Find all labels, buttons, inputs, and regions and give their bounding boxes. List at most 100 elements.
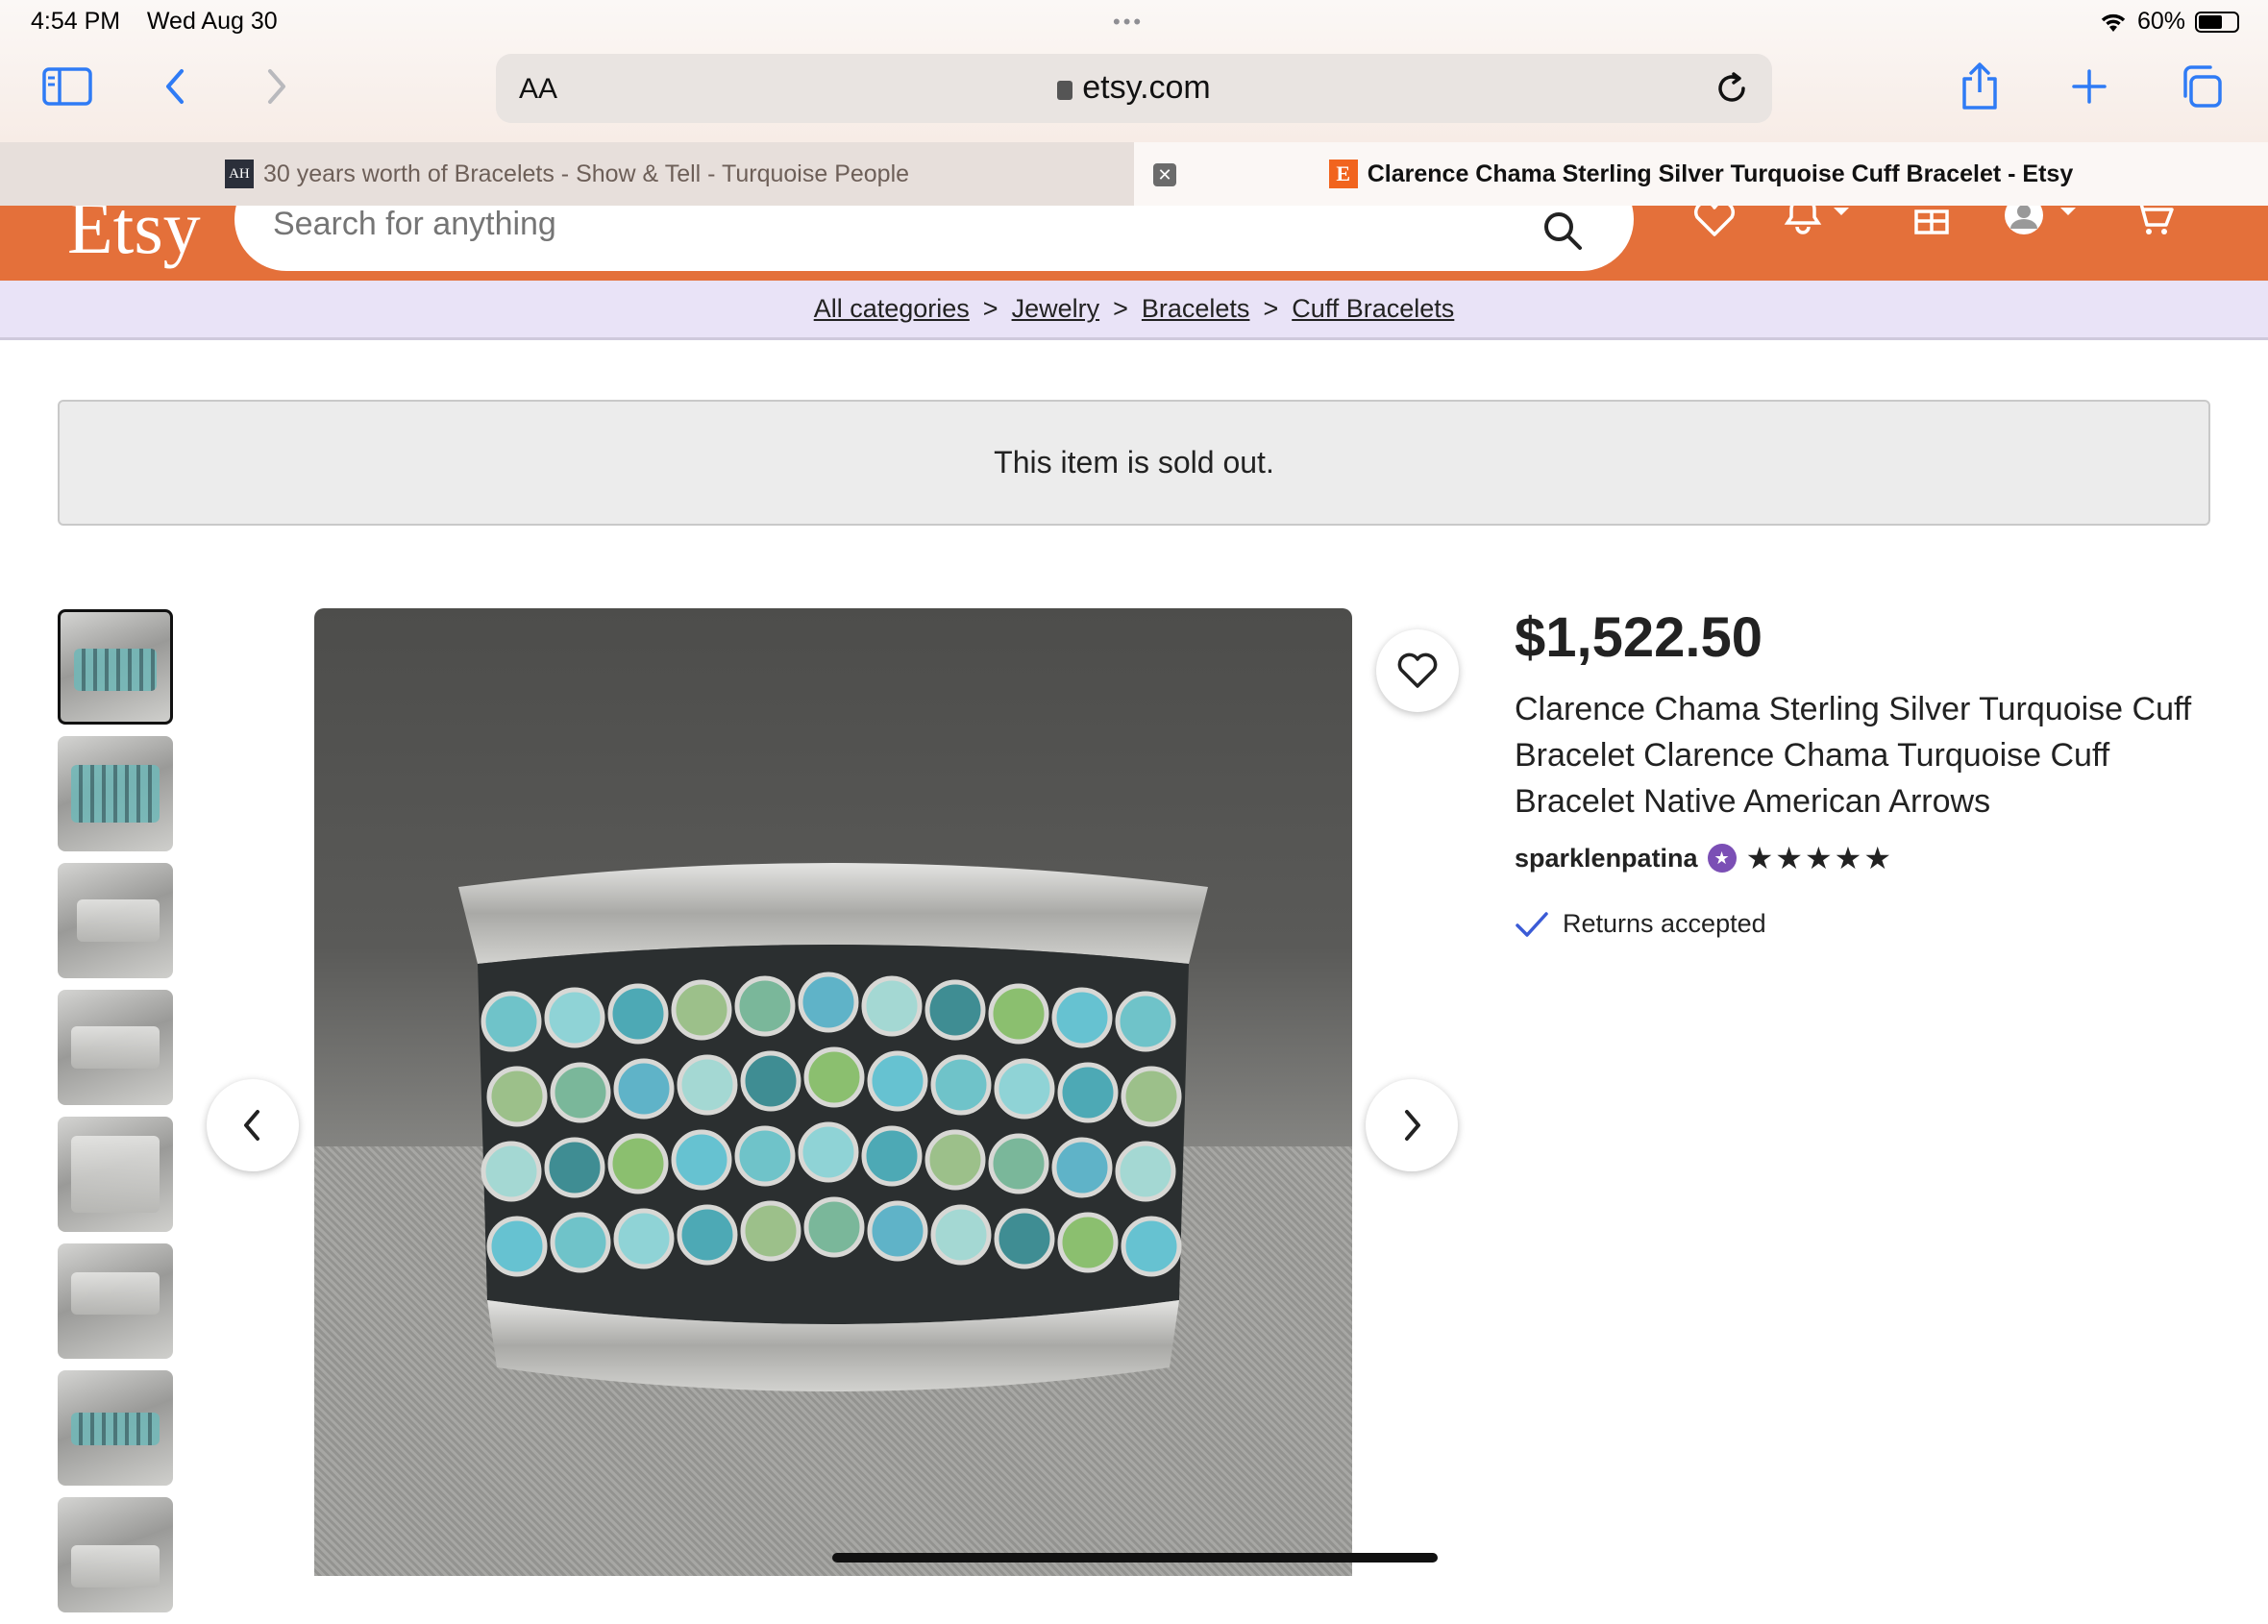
status-right: 60% — [2099, 8, 2239, 36]
plus-icon — [2072, 69, 2107, 104]
reload-icon — [1718, 72, 1745, 102]
chevron-right-icon — [268, 69, 285, 104]
heart-icon — [1397, 652, 1438, 688]
chevron-right-icon — [1405, 1110, 1420, 1141]
price: $1,522.50 — [1515, 606, 1763, 669]
turquoise-stone — [671, 1129, 732, 1191]
thumbnail-1[interactable] — [58, 609, 173, 725]
listing-title: Clarence Chama Sterling Silver Turquoise… — [1515, 691, 2192, 820]
favicon-etsy-icon: E — [1328, 160, 1358, 188]
turquoise-stone — [924, 979, 986, 1041]
lock-icon — [1057, 81, 1073, 100]
thumbnail-7[interactable] — [58, 1370, 173, 1486]
turquoise-stone — [988, 983, 1049, 1045]
etsy-logo[interactable]: Etsy — [67, 206, 201, 271]
new-tab-button[interactable] — [2064, 62, 2114, 111]
sold-out-banner: This item is sold out. — [58, 400, 2210, 526]
seller-name[interactable]: sparklenpatina — [1515, 844, 1698, 874]
turquoise-stone — [544, 987, 605, 1048]
breadcrumb-cuff-bracelets[interactable]: Cuff Bracelets — [1292, 294, 1454, 324]
tab-label: Clarence Chama Sterling Silver Turquoise… — [1367, 160, 2074, 187]
turquoise-stone — [1115, 1141, 1176, 1202]
browser-chrome: 4:54 PM Wed Aug 30 ••• 60% AA etsy.com — [0, 0, 2268, 142]
turquoise-stone — [994, 1208, 1055, 1269]
turquoise-stone — [607, 1133, 669, 1194]
thumbnail-list — [58, 609, 173, 1624]
notifications-bell-icon[interactable] — [1780, 206, 1857, 234]
turquoise-stone — [734, 1125, 796, 1187]
search-icon[interactable] — [1541, 209, 1584, 252]
turquoise-stone — [988, 1133, 1049, 1194]
sold-out-text: This item is sold out. — [994, 445, 1274, 480]
favorites-heart-icon[interactable] — [1691, 206, 1738, 238]
favorite-button[interactable] — [1376, 629, 1459, 712]
multitasking-dots[interactable]: ••• — [1113, 10, 1144, 35]
tabs-icon — [2183, 65, 2222, 108]
turquoise-stone — [1051, 987, 1113, 1048]
address-bar[interactable]: AA etsy.com — [496, 54, 1772, 123]
turquoise-stone — [803, 1046, 865, 1108]
tab-etsy[interactable]: ✕ E Clarence Chama Sterling Silver Turqu… — [1134, 142, 2268, 206]
cart-icon[interactable] — [2130, 206, 2176, 236]
forward-button[interactable] — [252, 62, 302, 111]
tab-overview-button[interactable] — [2176, 62, 2226, 111]
breadcrumb: All categories > Jewelry > Bracelets > C… — [0, 281, 2268, 340]
etsy-header: Etsy — [0, 206, 2268, 281]
status-time: 4:54 PM Wed Aug 30 — [31, 8, 278, 35]
thumbnail-2[interactable] — [58, 736, 173, 851]
chevron-right-icon: > — [1113, 294, 1128, 323]
turquoise-stone — [671, 979, 732, 1041]
turquoise-stone — [1057, 1062, 1119, 1123]
back-button[interactable] — [150, 62, 200, 111]
account-avatar-icon[interactable] — [1999, 206, 2085, 238]
reload-button[interactable] — [1713, 69, 1751, 112]
breadcrumb-jewelry[interactable]: Jewelry — [1012, 294, 1100, 324]
turquoise-stone — [544, 1137, 605, 1198]
url-display[interactable]: etsy.com — [496, 69, 1772, 107]
share-button[interactable] — [1955, 62, 2005, 111]
turquoise-stone — [994, 1058, 1055, 1120]
turquoise-stone — [861, 975, 923, 1037]
wifi-icon — [2101, 13, 2126, 32]
sidebar-toggle-button[interactable] — [42, 62, 92, 111]
turquoise-stone — [1121, 1066, 1182, 1127]
turquoise-stone — [1057, 1212, 1119, 1273]
next-image-button[interactable] — [1366, 1079, 1458, 1171]
turquoise-stone — [930, 1204, 992, 1266]
thumbnail-5[interactable] — [58, 1117, 173, 1232]
turquoise-cuff-illustration — [458, 863, 1208, 1391]
turquoise-stone — [486, 1066, 548, 1127]
close-tab-button[interactable]: ✕ — [1153, 163, 1176, 186]
turquoise-stone — [803, 1196, 865, 1258]
thumbnail-8[interactable] — [58, 1497, 173, 1612]
star-seller-badge-icon[interactable]: ★ — [1707, 844, 1737, 873]
tab-turquoise-people[interactable]: AH 30 years worth of Bracelets - Show & … — [0, 142, 1134, 206]
checkmark-icon — [1516, 911, 1548, 937]
turquoise-stone — [734, 975, 796, 1037]
breadcrumb-all-categories[interactable]: All categories — [814, 294, 970, 324]
returns-text: Returns accepted — [1563, 909, 1766, 938]
search-input[interactable] — [273, 206, 1426, 243]
share-icon — [1962, 62, 1997, 110]
chevron-left-icon — [166, 69, 184, 104]
gift-icon[interactable] — [1911, 206, 1953, 236]
turquoise-stone — [924, 1129, 986, 1191]
turquoise-stone — [613, 1208, 675, 1269]
thumbnail-3[interactable] — [58, 863, 173, 978]
turquoise-stone — [1121, 1216, 1182, 1277]
turquoise-stone — [607, 983, 669, 1045]
breadcrumb-bracelets[interactable]: Bracelets — [1142, 294, 1250, 324]
rating-stars[interactable]: ★★★★★ — [1746, 840, 1893, 876]
turquoise-stone — [861, 1125, 923, 1187]
turquoise-stone — [1115, 991, 1176, 1052]
chevron-right-icon: > — [982, 294, 998, 323]
battery-icon — [2195, 11, 2239, 33]
chevron-right-icon: > — [1263, 294, 1279, 323]
home-indicator[interactable] — [832, 1553, 1438, 1562]
previous-image-button[interactable] — [207, 1079, 299, 1171]
turquoise-stone — [930, 1054, 992, 1116]
product-image[interactable] — [314, 608, 1352, 1576]
thumbnail-4[interactable] — [58, 990, 173, 1105]
search-bar[interactable] — [234, 206, 1634, 271]
thumbnail-6[interactable] — [58, 1243, 173, 1359]
